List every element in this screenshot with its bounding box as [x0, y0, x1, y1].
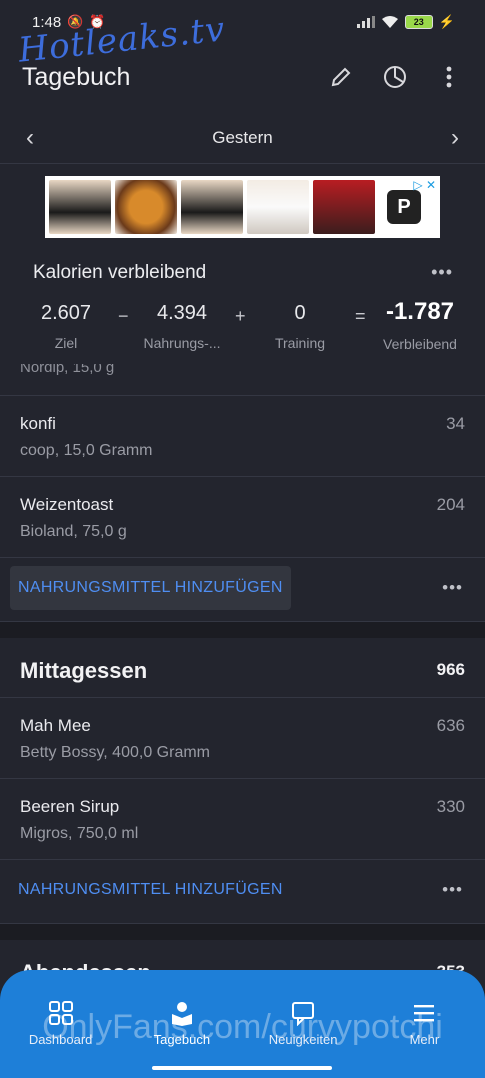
battery-icon: 23 [404, 15, 433, 29]
food-name: Mah Mee [20, 716, 91, 735]
ad-image [115, 180, 177, 234]
ad-logo: P [387, 190, 421, 224]
section-divider [0, 622, 485, 638]
exercise-cell: 0 Training [262, 302, 338, 351]
remaining-cell: -1.787 Verbleibend [372, 298, 468, 352]
ad-image [49, 180, 111, 234]
add-food-button[interactable]: NAHRUNGSMITTEL HINZUFÜGEN [10, 566, 291, 610]
food-kcal: 204 [436, 495, 465, 514]
food-desc: Migros, 750,0 ml [20, 825, 139, 842]
remaining-label: Verbleibend [383, 336, 457, 352]
food-desc: coop, 15,0 Gramm [20, 442, 153, 459]
ad-image [313, 180, 375, 234]
list-item[interactable]: Nordip, 15,0 g [0, 364, 485, 396]
food-item[interactable]: Weizentoast Bioland, 75,0 g 204 [0, 477, 485, 558]
charging-icon: ⚡ [438, 14, 455, 29]
goal-value: 2.607 [40, 302, 92, 324]
calories-summary: Kalorien verbleibend ••• 2.607 Ziel − 4.… [0, 250, 485, 364]
food-name: Weizentoast [20, 495, 114, 514]
food-item[interactable]: Beeren Sirup Migros, 750,0 ml 330 [0, 779, 485, 860]
chevron-right-icon[interactable]: › [451, 124, 459, 152]
meal-header-lunch[interactable]: Mittagessen 966 [0, 638, 485, 698]
remaining-value: -1.787 [385, 298, 455, 325]
more-horizontal-icon[interactable]: ••• [442, 578, 463, 598]
meal-name: Mittagessen [20, 658, 148, 683]
date-label: Gestern [212, 127, 273, 147]
food-desc: Betty Bossy, 400,0 Gramm [20, 744, 210, 761]
more-horizontal-icon[interactable]: ••• [431, 262, 453, 283]
add-food-row: NAHRUNGSMITTEL HINZUFÜGEN ••• [0, 860, 485, 924]
more-vertical-icon[interactable] [435, 63, 463, 91]
exercise-value: 0 [294, 302, 306, 324]
ad-image [181, 180, 243, 234]
plus-operator: + [235, 306, 246, 326]
exercise-label: Training [274, 335, 326, 351]
ad-banner[interactable]: P ▷ ✕ [45, 176, 440, 238]
food-name: konfi [20, 414, 56, 433]
food-name: Beeren Sirup [20, 797, 120, 816]
pie-chart-icon[interactable] [381, 63, 409, 91]
food-kcal: 330 [436, 797, 465, 816]
food-cell: 4.394 Nahrungs-... [132, 302, 232, 351]
section-divider [0, 924, 485, 940]
food-item[interactable]: Mah Mee Betty Bossy, 400,0 Gramm 636 [0, 698, 485, 779]
ad-choices-icon[interactable]: ▷ ✕ [413, 178, 436, 192]
goal-cell: 2.607 Ziel [28, 302, 104, 351]
ad-image [247, 180, 309, 234]
equals-operator: = [355, 306, 366, 326]
chevron-left-icon[interactable]: ‹ [26, 124, 34, 152]
watermark-text: OnlyFans.com/curvypotchi [42, 1008, 443, 1046]
food-kcal: 34 [446, 414, 465, 433]
minus-operator: − [118, 306, 129, 326]
food-diary-list: Nordip, 15,0 g konfi coop, 15,0 Gramm 34… [0, 364, 485, 1000]
add-food-button[interactable]: NAHRUNGSMITTEL HINZUFÜGEN [10, 868, 291, 912]
date-navigator: ‹ Gestern › [0, 112, 485, 164]
add-food-row: NAHRUNGSMITTEL HINZUFÜGEN ••• [0, 558, 485, 622]
meal-total: 966 [436, 660, 465, 679]
wifi-icon [381, 16, 398, 28]
food-value: 4.394 [156, 302, 208, 324]
edit-icon[interactable] [327, 63, 355, 91]
signal-icon [356, 16, 375, 28]
home-indicator[interactable] [152, 1066, 332, 1070]
food-item[interactable]: konfi coop, 15,0 Gramm 34 [0, 396, 485, 477]
calories-title: Kalorien verbleibend [33, 262, 207, 283]
more-horizontal-icon[interactable]: ••• [442, 880, 463, 900]
food-kcal: 636 [436, 716, 465, 735]
food-label: Nahrungs-... [143, 335, 221, 351]
goal-label: Ziel [54, 335, 78, 351]
food-desc: Bioland, 75,0 g [20, 523, 127, 540]
food-desc: Nordip, 15,0 g [20, 364, 115, 376]
